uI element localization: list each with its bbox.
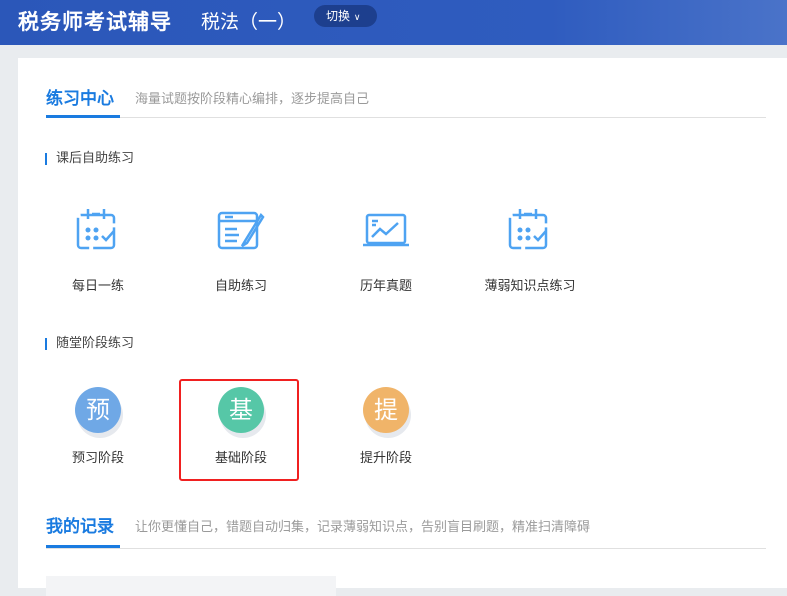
- active-tab-underline: [46, 545, 120, 548]
- my-records-tab[interactable]: 我的记录: [46, 512, 114, 537]
- preview-stage-item[interactable]: 预 预习阶段: [38, 387, 158, 466]
- practice-center-desc: 海量试题按阶段精心编排，逐步提高自己: [135, 92, 370, 107]
- stage-practice-section-label: 随堂阶段练习: [45, 337, 134, 350]
- practice-center-tab[interactable]: 练习中心: [46, 84, 114, 109]
- item-label: 薄弱知识点练习: [484, 279, 576, 294]
- subject-name: 税法（一）: [201, 11, 297, 33]
- notebook-pen-icon: [217, 211, 265, 250]
- chevron-down-icon: ∨: [353, 13, 361, 23]
- item-label: 历年真题: [359, 279, 412, 294]
- self-practice-section-label: 课后自助练习: [45, 152, 134, 165]
- active-tab-underline: [46, 115, 120, 118]
- switch-subject-button[interactable]: 切换 ∨: [314, 5, 377, 27]
- item-label: 提升阶段: [359, 451, 412, 466]
- item-label: 自助练习: [214, 279, 267, 294]
- divider: [46, 117, 766, 118]
- past-exams-item[interactable]: 历年真题: [326, 203, 446, 294]
- highlight-box: [179, 379, 299, 481]
- daily-practice-item[interactable]: 每日一练: [38, 203, 158, 294]
- top-header: 税务师考试辅导 税法（一） 切换 ∨: [0, 0, 787, 45]
- brand-title: 税务师考试辅导: [18, 10, 172, 34]
- my-records-desc: 让你更懂自己，错题自动归集，记录薄弱知识点，告别盲目刷题，精准扫清障碍: [135, 520, 591, 535]
- advanced-stage-item[interactable]: 提 提升阶段: [326, 387, 446, 466]
- records-panel: [46, 576, 336, 596]
- item-label: 预习阶段: [71, 451, 124, 466]
- practice-card: 练习中心 海量试题按阶段精心编排，逐步提高自己 课后自助练习 每日一练 自助练习…: [18, 58, 787, 596]
- item-label: 每日一练: [71, 279, 124, 294]
- preview-stage-icon: 预: [75, 387, 121, 433]
- divider: [46, 548, 766, 549]
- calendar-check-icon: [76, 209, 116, 250]
- calendar-check-icon: [508, 209, 548, 250]
- advanced-stage-icon: 提: [363, 387, 409, 433]
- weak-points-practice-item[interactable]: 薄弱知识点练习: [470, 203, 590, 294]
- self-practice-item[interactable]: 自助练习: [181, 203, 301, 294]
- laptop-chart-icon: [363, 213, 409, 247]
- switch-label: 切换: [326, 9, 351, 23]
